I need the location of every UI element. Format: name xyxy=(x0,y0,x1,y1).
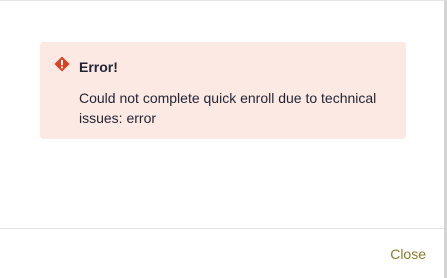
footer-divider xyxy=(0,228,444,229)
error-alert: Error! Could not complete quick enroll d… xyxy=(40,42,406,139)
error-dialog: Error! Could not complete quick enroll d… xyxy=(0,0,447,278)
alert-message: Could not complete quick enroll due to t… xyxy=(79,90,377,126)
alert-title: Error! xyxy=(79,59,118,75)
error-diamond-icon xyxy=(54,56,70,72)
dialog-top-border xyxy=(0,0,447,1)
close-button[interactable]: Close xyxy=(390,245,426,263)
